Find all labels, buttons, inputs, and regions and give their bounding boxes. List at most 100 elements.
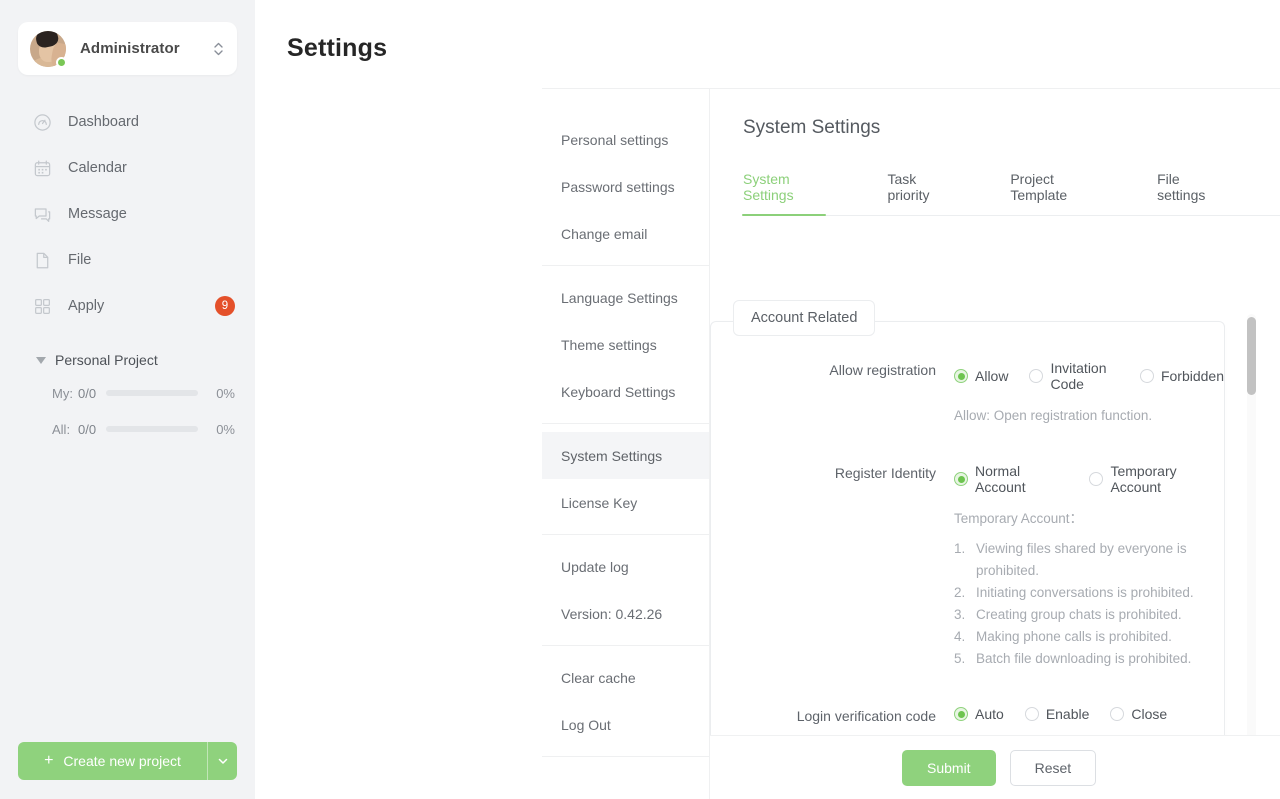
field-allow-registration: Allow registration Allow Invitation Code… (711, 360, 1224, 427)
sidebar-item-calendar[interactable]: Calendar (0, 145, 255, 191)
menu-item-license-key[interactable]: License Key (542, 479, 709, 526)
user-switcher[interactable]: Administrator (18, 22, 237, 75)
radio-label: Close (1131, 706, 1168, 722)
menu-item-label: Personal settings (561, 131, 669, 148)
plus-icon: + (44, 752, 54, 769)
radio-invitation-code[interactable]: Invitation Code (1029, 360, 1118, 392)
menu-item-clear-cache[interactable]: Clear cache (542, 654, 709, 701)
sidebar-item-label: Dashboard (68, 114, 139, 130)
sidebar-item-label: Apply (68, 298, 105, 314)
page-title: Settings (287, 34, 388, 62)
sidebar-item-label: Message (68, 206, 127, 222)
menu-item-log-out[interactable]: Log Out (542, 701, 709, 748)
radio-group-allow-registration: Allow Invitation Code Forbidden (954, 360, 1224, 392)
content-area: Settings Personal settings Password sett… (255, 0, 1280, 799)
create-new-project-label: Create new project (63, 753, 181, 769)
progress-key: My: (52, 385, 73, 401)
form-footer: Submit Reset (710, 735, 1280, 799)
menu-item-label: Log Out (561, 716, 611, 733)
create-new-project-button[interactable]: + Create new project (18, 742, 207, 780)
sidebar-nav: Dashboard Calendar Message File Apply 9 (0, 99, 255, 329)
tab-task-priority[interactable]: Task priority (887, 171, 948, 216)
radio-group-register-identity: Normal Account Temporary Account (954, 463, 1224, 495)
tab-label: Task priority (887, 171, 930, 203)
menu-item-label: License Key (561, 494, 638, 511)
list-item-number: 4. (954, 629, 966, 644)
progress-row-all: All: 0/0 0% (0, 411, 255, 447)
menu-item-change-email[interactable]: Change email (542, 210, 709, 257)
radio-allow[interactable]: Allow (954, 368, 1008, 384)
list-item: 2. Initiating conversations is prohibited… (954, 582, 1224, 604)
online-status-dot (56, 56, 67, 68)
vertical-scrollbar[interactable] (1247, 314, 1256, 799)
tab-file-settings[interactable]: File settings (1157, 171, 1218, 216)
system-settings-panel: System Settings System Settings Task pri… (710, 89, 1280, 799)
field-label: Register Identity (834, 465, 936, 481)
list-item: 3. Creating group chats is prohibited. (954, 604, 1224, 626)
radio-label: Auto (975, 706, 1004, 722)
menu-item-label: System Settings (561, 447, 663, 464)
settings-menu-group: Personal settings Password settings Chan… (542, 116, 709, 257)
list-item-number: 1. (954, 541, 966, 556)
list-item-text: Batch file downloading is prohibited. (976, 651, 1192, 666)
menu-item-personal-settings[interactable]: Personal settings (542, 116, 709, 163)
progress-percent: 0% (216, 421, 235, 437)
user-name: Administrator (80, 40, 180, 57)
sidebar-item-file[interactable]: File (0, 237, 255, 283)
field-control: Auto Enable Close Automatic: A captcha m… (954, 706, 1224, 735)
settings-tabs: System Settings Task priority Project Te… (741, 170, 1280, 216)
menu-item-label: Password settings (561, 178, 675, 195)
create-project-dropdown-button[interactable] (207, 742, 237, 780)
calendar-icon (32, 158, 52, 178)
list-item: 5. Batch file downloading is prohibited. (954, 648, 1224, 670)
radio-close[interactable]: Close (1110, 706, 1167, 722)
apply-badge: 9 (215, 296, 235, 316)
menu-divider (542, 423, 709, 424)
avatar (30, 30, 67, 68)
settings-menu-group: Language Settings Theme settings Keyboar… (542, 274, 709, 415)
field-label: Allow registration (829, 362, 936, 378)
radio-temporary-account[interactable]: Temporary Account (1089, 463, 1224, 495)
progress-bar (106, 426, 198, 432)
sidebar-item-dashboard[interactable]: Dashboard (0, 99, 255, 145)
field-label: Login verification code (796, 708, 936, 724)
left-sidebar: Administrator Dashboard Calendar Message… (0, 0, 255, 799)
chevron-updown-icon[interactable] (211, 39, 225, 59)
radio-enable[interactable]: Enable (1024, 706, 1089, 722)
radio-mark (1089, 472, 1104, 486)
menu-item-language-settings[interactable]: Language Settings (542, 274, 709, 321)
menu-item-update-log[interactable]: Update log (542, 543, 709, 590)
submit-button[interactable]: Submit (902, 749, 996, 786)
menu-item-password-settings[interactable]: Password settings (542, 163, 709, 210)
version-label: Version: 0.42.26 (561, 605, 663, 622)
radio-label: Temporary Account (1110, 463, 1177, 495)
list-item: 1. Viewing files shared by everyone is pr… (954, 538, 1224, 582)
radio-normal-account[interactable]: Normal Account (954, 463, 1068, 495)
temporary-account-restrictions: 1. Viewing files shared by everyone is pr… (954, 538, 1224, 670)
reset-button[interactable]: Reset (1009, 749, 1097, 786)
progress-percent: 0% (216, 385, 235, 401)
tab-project-template[interactable]: Project Template (1010, 171, 1095, 216)
radio-auto[interactable]: Auto (954, 706, 1004, 722)
sidebar-item-apply[interactable]: Apply 9 (0, 283, 255, 329)
settings-form-scroll-area[interactable]: Account Related Allow registration Allow… (710, 299, 1280, 735)
radio-mark (954, 707, 968, 721)
tab-system-settings[interactable]: System Settings (741, 171, 827, 216)
menu-item-label: Clear cache (561, 669, 636, 686)
field-register-identity: Register Identity Normal Account Tempora… (711, 463, 1224, 670)
menu-item-theme-settings[interactable]: Theme settings (542, 321, 709, 368)
progress-bar (106, 390, 198, 396)
personal-project-toggle[interactable]: Personal Project (0, 345, 255, 375)
tab-label: Project Template (1010, 171, 1068, 203)
menu-item-system-settings[interactable]: System Settings (542, 432, 709, 479)
vertical-scrollbar-thumb[interactable] (1247, 317, 1256, 395)
radio-forbidden[interactable]: Forbidden (1139, 368, 1224, 384)
radio-label: Forbidden (1160, 368, 1224, 384)
panel-title: System Settings (743, 117, 881, 138)
menu-item-keyboard-settings[interactable]: Keyboard Settings (542, 368, 709, 415)
progress-row-my: My: 0/0 0% (0, 375, 255, 411)
personal-project-section: Personal Project My: 0/0 0% All: 0/0 0% (0, 345, 255, 447)
sidebar-item-message[interactable]: Message (0, 191, 255, 237)
menu-item-label: Keyboard Settings (561, 383, 676, 400)
list-item: 4. Making phone calls is prohibited. (954, 626, 1224, 648)
